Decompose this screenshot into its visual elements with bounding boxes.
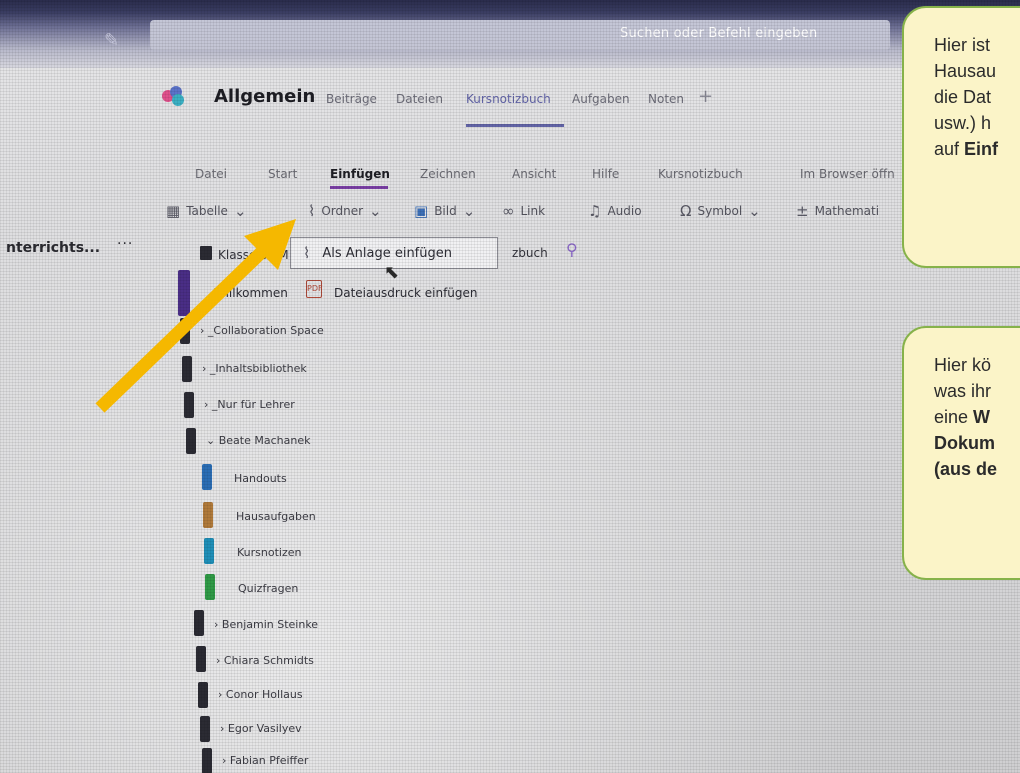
callout-bottom: Hier kö was ihr eine W Dokum (aus de (902, 326, 1020, 580)
callout-bold-text: Einf (964, 139, 999, 159)
callout-bottom-line1: Hier kö (934, 355, 992, 375)
annotation-arrow (95, 219, 296, 413)
callout-bottom-line5: (aus de (934, 456, 1020, 482)
callout-top-line4: usw.) h (934, 113, 992, 133)
callout-top: Hier ist Hausau die Dat usw.) h auf Einf (902, 6, 1020, 268)
callout-bottom-line3: eine W (934, 404, 1020, 430)
callout-bottom-line4: Dokum (934, 430, 1020, 456)
callout-top-line2: Hausau (934, 61, 997, 81)
callout-bold-text: W (973, 407, 991, 427)
callout-text: auf (934, 139, 965, 159)
callout-top-line3: die Dat (934, 87, 992, 107)
callout-bold-text: Dokum (934, 433, 996, 453)
callout-top-line5: auf Einf (934, 136, 1020, 162)
callout-text: eine (934, 407, 974, 427)
callout-bottom-line2: was ihr (934, 381, 992, 401)
callout-bold-text: (aus de (934, 459, 998, 479)
callout-top-line1: Hier ist (934, 35, 991, 55)
